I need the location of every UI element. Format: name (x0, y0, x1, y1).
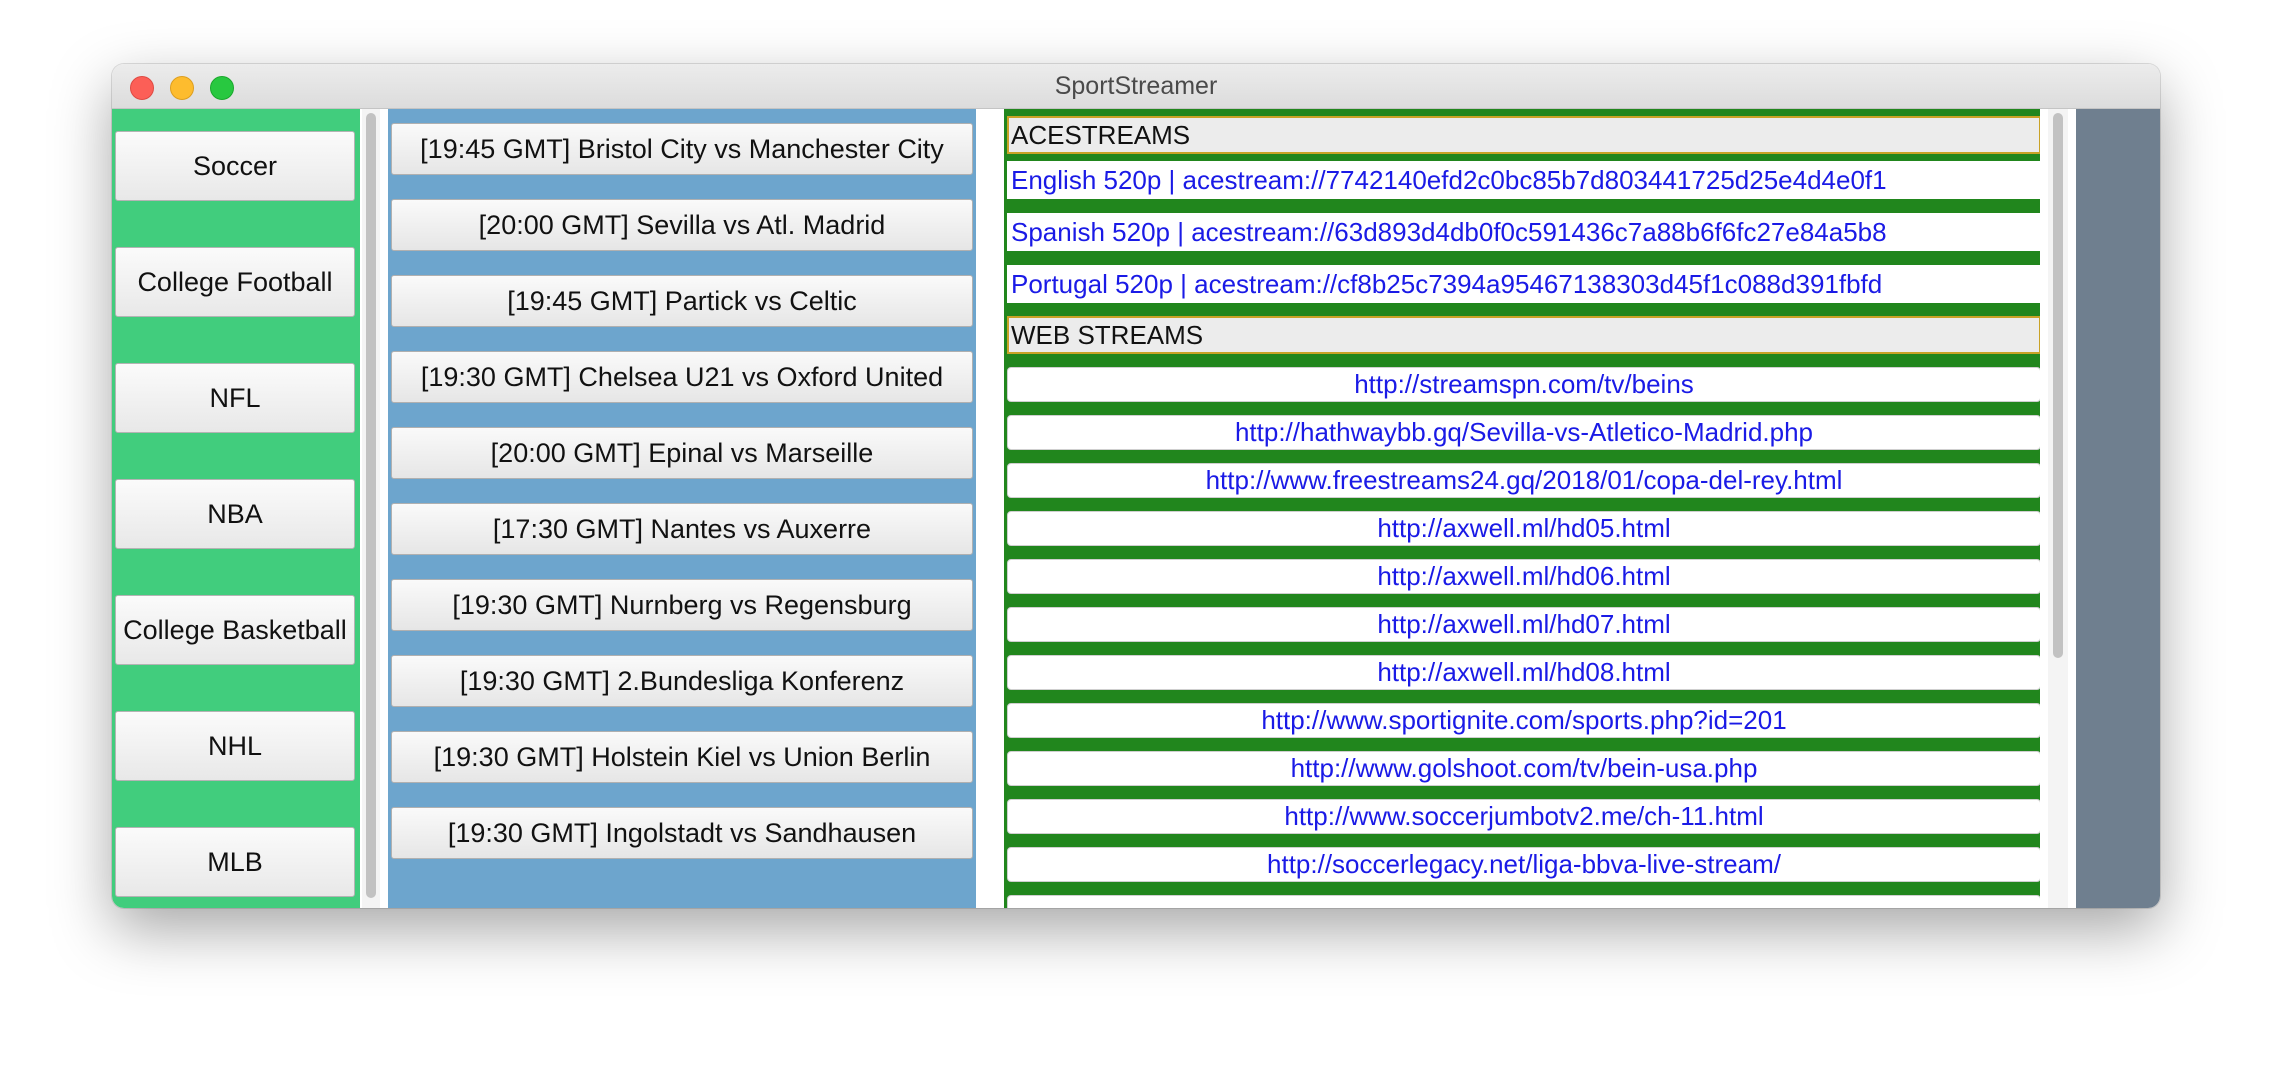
acestream-link[interactable]: Portugal 520p | acestream://cf8b25c7394a… (1007, 265, 2040, 303)
sport-button-soccer[interactable]: Soccer (115, 131, 355, 201)
web-stream-link[interactable]: http://axwell.ml/hd07.html (1007, 607, 2040, 642)
match-button[interactable]: [19:30 GMT] Ingolstadt vs Sandhausen (391, 807, 973, 859)
sport-button-nba[interactable]: NBA (115, 479, 355, 549)
sports-list: Soccer College Football NFL NBA College … (112, 109, 360, 908)
sport-button-nfl[interactable]: NFL (115, 363, 355, 433)
sport-button-nhl[interactable]: NHL (115, 711, 355, 781)
window-title: SportStreamer (1054, 72, 1218, 100)
match-button[interactable]: [19:45 GMT] Partick vs Celtic (391, 275, 973, 327)
match-button[interactable]: [19:30 GMT] 2.Bundesliga Konferenz (391, 655, 973, 707)
web-stream-link[interactable]: http://hathwaybb.gq/Sevilla-vs-Atletico-… (1007, 415, 2040, 450)
web-stream-link[interactable]: http://streamspn.com/tv/beins (1007, 367, 2040, 402)
main-content: Soccer College Football NFL NBA College … (112, 109, 2160, 908)
matches-list: [19:45 GMT] Bristol City vs Manchester C… (388, 109, 976, 908)
web-stream-link[interactable]: http://www.soccerjumbotv2.me/ch-11.html (1007, 799, 2040, 834)
app-window: SportStreamer Soccer College Football NF… (112, 64, 2160, 908)
match-button[interactable]: [19:30 GMT] Chelsea U21 vs Oxford United (391, 351, 973, 403)
web-stream-link[interactable]: http://axwell.ml/hd05.html (1007, 511, 2040, 546)
web-stream-link-partial[interactable] (1007, 895, 2040, 908)
sport-button-mlb[interactable]: MLB (115, 827, 355, 897)
sport-button-college-basketball[interactable]: College Basketball (115, 595, 355, 665)
acestreams-header: ACESTREAMS (1007, 116, 2040, 154)
sport-button-college-football[interactable]: College Football (115, 247, 355, 317)
match-button[interactable]: [19:30 GMT] Holstein Kiel vs Union Berli… (391, 731, 973, 783)
match-button[interactable]: [20:00 GMT] Epinal vs Marseille (391, 427, 973, 479)
web-stream-link[interactable]: http://www.golshoot.com/tv/bein-usa.php (1007, 751, 2040, 786)
web-stream-link[interactable]: http://soccerlegacy.net/liga-bbva-live-s… (1007, 847, 2040, 882)
web-stream-link[interactable]: http://axwell.ml/hd06.html (1007, 559, 2040, 594)
match-button[interactable]: [19:45 GMT] Bristol City vs Manchester C… (391, 123, 973, 175)
sports-scrollbar[interactable] (362, 109, 380, 908)
sports-scrollbar-thumb[interactable] (366, 113, 376, 898)
web-stream-link[interactable]: http://axwell.ml/hd08.html (1007, 655, 2040, 690)
acestream-link[interactable]: English 520p | acestream://7742140efd2c0… (1007, 161, 2040, 199)
web-stream-link[interactable]: http://www.freestreams24.gq/2018/01/copa… (1007, 463, 2040, 498)
right-pane (2076, 109, 2160, 908)
streams-scrollbar-thumb[interactable] (2053, 113, 2063, 658)
streams-list: ACESTREAMS English 520p | acestream://77… (1004, 109, 2040, 908)
web-stream-link[interactable]: http://www.sportignite.com/sports.php?id… (1007, 703, 2040, 738)
title-bar: SportStreamer (112, 64, 2160, 109)
match-button[interactable]: [19:30 GMT] Nurnberg vs Regensburg (391, 579, 973, 631)
streams-scrollbar[interactable] (2048, 109, 2068, 908)
match-button[interactable]: [20:00 GMT] Sevilla vs Atl. Madrid (391, 199, 973, 251)
match-button[interactable]: [17:30 GMT] Nantes vs Auxerre (391, 503, 973, 555)
web-streams-header: WEB STREAMS (1007, 316, 2040, 354)
acestream-link[interactable]: Spanish 520p | acestream://63d893d4db0f0… (1007, 213, 2040, 251)
